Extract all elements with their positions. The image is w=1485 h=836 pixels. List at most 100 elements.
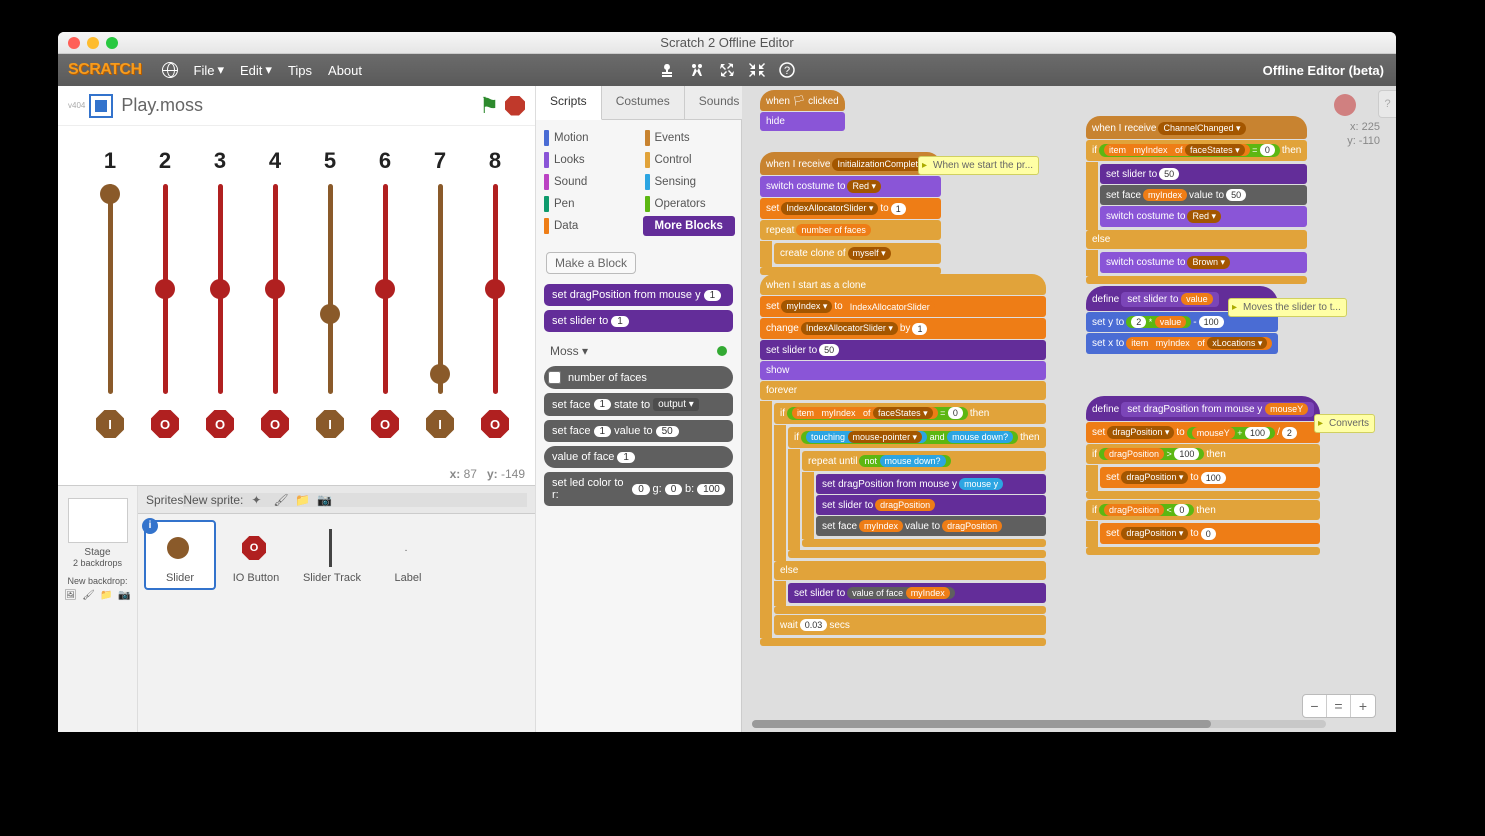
globe-icon: [162, 62, 178, 78]
block-value-of-face[interactable]: value of face 1: [544, 446, 733, 468]
help-icon[interactable]: ?: [779, 62, 795, 78]
zoom-out-button[interactable]: −: [1303, 695, 1327, 717]
category-sensing[interactable]: Sensing: [643, 172, 736, 192]
block-set-dragPosition-from-mouse-y[interactable]: set dragPosition from mouse y 1: [544, 284, 733, 306]
slider-knob[interactable]: [100, 184, 120, 204]
sprite-item-io-button[interactable]: OIO Button: [220, 520, 292, 590]
slider-column-2[interactable]: 2 O: [145, 148, 185, 438]
scissors-icon[interactable]: [689, 62, 705, 78]
slider-track: [108, 184, 113, 394]
category-sound[interactable]: Sound: [542, 172, 635, 192]
sprite-item-label[interactable]: .Label: [372, 520, 444, 590]
sprite-item-slider[interactable]: iSlider: [144, 520, 216, 590]
block-set-face[interactable]: set face 1 state to output ▾: [544, 393, 733, 416]
block-number-of-faces[interactable]: number of faces: [544, 366, 733, 389]
project-name[interactable]: Play.moss: [121, 95, 479, 116]
zoom-reset-button[interactable]: =: [1327, 695, 1351, 717]
scratch-logo[interactable]: SCRATCH: [68, 61, 142, 79]
backdrop-upload-icon[interactable]: 📁: [100, 590, 114, 604]
block-set-led-color-to-r-[interactable]: set led color to r: 0 g: 0 b: 100: [544, 472, 733, 506]
io-indicator[interactable]: O: [151, 410, 179, 438]
io-indicator[interactable]: I: [96, 410, 124, 438]
tab-scripts[interactable]: Scripts: [536, 86, 602, 120]
script-stack[interactable]: when 🏳 clicked hide: [760, 90, 845, 132]
extension-name[interactable]: Moss ▾: [550, 344, 588, 358]
stamp-icon[interactable]: [659, 62, 675, 78]
sprite-library-icon[interactable]: ✦: [251, 493, 265, 507]
category-more-blocks[interactable]: More Blocks: [643, 216, 736, 236]
backdrop-paint-icon[interactable]: 🖌: [82, 590, 96, 604]
slider-column-6[interactable]: 6 O: [365, 148, 405, 438]
stage[interactable]: 1 I2 O3 O4 O5 I6 O7 I8 Ox: 87: [58, 126, 535, 486]
io-indicator[interactable]: O: [261, 410, 289, 438]
script-stack[interactable]: define set slider to value set y to 2 * …: [1086, 286, 1278, 355]
script-stack[interactable]: when I receive ChannelChanged ▾ if item …: [1086, 116, 1307, 285]
category-pen[interactable]: Pen: [542, 194, 635, 214]
slider-knob[interactable]: [375, 279, 395, 299]
category-control[interactable]: Control: [643, 150, 736, 170]
category-operators[interactable]: Operators: [643, 194, 736, 214]
category-looks[interactable]: Looks: [542, 150, 635, 170]
script-stack[interactable]: when I start as a clone set myIndex ▾ to…: [760, 274, 1046, 647]
tips-menu[interactable]: Tips: [280, 63, 320, 78]
slider-track: [273, 184, 278, 394]
slider-column-7[interactable]: 7 I: [420, 148, 460, 438]
fullscreen-icon[interactable]: [89, 94, 113, 118]
sprite-info-icon[interactable]: i: [142, 518, 158, 534]
shrink-icon[interactable]: [749, 62, 765, 78]
sprite-camera-icon[interactable]: 📷: [317, 493, 331, 507]
category-motion[interactable]: Motion: [542, 128, 635, 148]
zoom-icon[interactable]: [106, 37, 118, 49]
green-flag-button[interactable]: ⚑: [479, 93, 499, 119]
category-events[interactable]: Events: [643, 128, 736, 148]
comment-1[interactable]: When we start the pr...: [918, 156, 1039, 175]
io-indicator[interactable]: O: [371, 410, 399, 438]
minimize-icon[interactable]: [87, 37, 99, 49]
close-icon[interactable]: [68, 37, 80, 49]
tab-costumes[interactable]: Costumes: [602, 86, 685, 119]
edit-menu[interactable]: Edit ▾: [232, 62, 280, 78]
stage-thumbnail[interactable]: Stage 2 backdrops New backdrop: 🖼 🖌 📁 📷: [58, 486, 138, 732]
sprite-paint-icon[interactable]: 🖌: [273, 493, 287, 507]
slider-knob[interactable]: [155, 279, 175, 299]
slider-column-5[interactable]: 5 I: [310, 148, 350, 438]
slider-knob[interactable]: [320, 304, 340, 324]
slider-knob[interactable]: [265, 279, 285, 299]
backdrop-library-icon[interactable]: 🖼: [64, 590, 78, 604]
grow-icon[interactable]: [719, 62, 735, 78]
file-menu[interactable]: File ▾: [186, 62, 232, 78]
app-window: Scratch 2 Offline Editor SCRATCH File ▾ …: [58, 32, 1396, 732]
slider-column-4[interactable]: 4 O: [255, 148, 295, 438]
window-title: Scratch 2 Offline Editor: [58, 35, 1396, 50]
backdrop-camera-icon[interactable]: 📷: [118, 590, 132, 604]
comment-3[interactable]: Converts: [1314, 414, 1375, 433]
sprite-upload-icon[interactable]: 📁: [295, 493, 309, 507]
slider-track: [383, 184, 388, 394]
io-indicator[interactable]: I: [316, 410, 344, 438]
zoom-in-button[interactable]: +: [1351, 695, 1375, 717]
titlebar[interactable]: Scratch 2 Offline Editor: [58, 32, 1396, 54]
about-menu[interactable]: About: [320, 63, 370, 78]
io-indicator[interactable]: I: [426, 410, 454, 438]
slider-column-1[interactable]: 1 I: [90, 148, 130, 438]
script-stack[interactable]: define set dragPosition from mouse y mou…: [1086, 396, 1320, 556]
stop-button[interactable]: [505, 96, 525, 116]
slider-knob[interactable]: [210, 279, 230, 299]
editor-mode-label: Offline Editor (beta): [1263, 63, 1384, 78]
sprite-item-slider-track[interactable]: Slider Track: [296, 520, 368, 590]
comment-2[interactable]: Moves the slider to t...: [1228, 298, 1347, 317]
scripts-canvas[interactable]: ? x: 225y: -110 when 🏳 clicked hidewhen …: [742, 86, 1396, 732]
block-set-face[interactable]: set face 1 value to 50: [544, 420, 733, 442]
slider-column-8[interactable]: 8 O: [475, 148, 515, 438]
slider-knob[interactable]: [485, 279, 505, 299]
slider-column-3[interactable]: 3 O: [200, 148, 240, 438]
io-indicator[interactable]: O: [481, 410, 509, 438]
block-set-slider-to[interactable]: set slider to 1: [544, 310, 733, 332]
language-menu[interactable]: [154, 62, 186, 78]
io-indicator[interactable]: O: [206, 410, 234, 438]
canvas-scrollbar-h[interactable]: [752, 720, 1326, 728]
make-block-button[interactable]: Make a Block: [546, 252, 636, 274]
category-data[interactable]: Data: [542, 216, 635, 236]
script-stack[interactable]: when I receive InitializationComplete ▾ …: [760, 152, 941, 276]
slider-knob[interactable]: [430, 364, 450, 384]
